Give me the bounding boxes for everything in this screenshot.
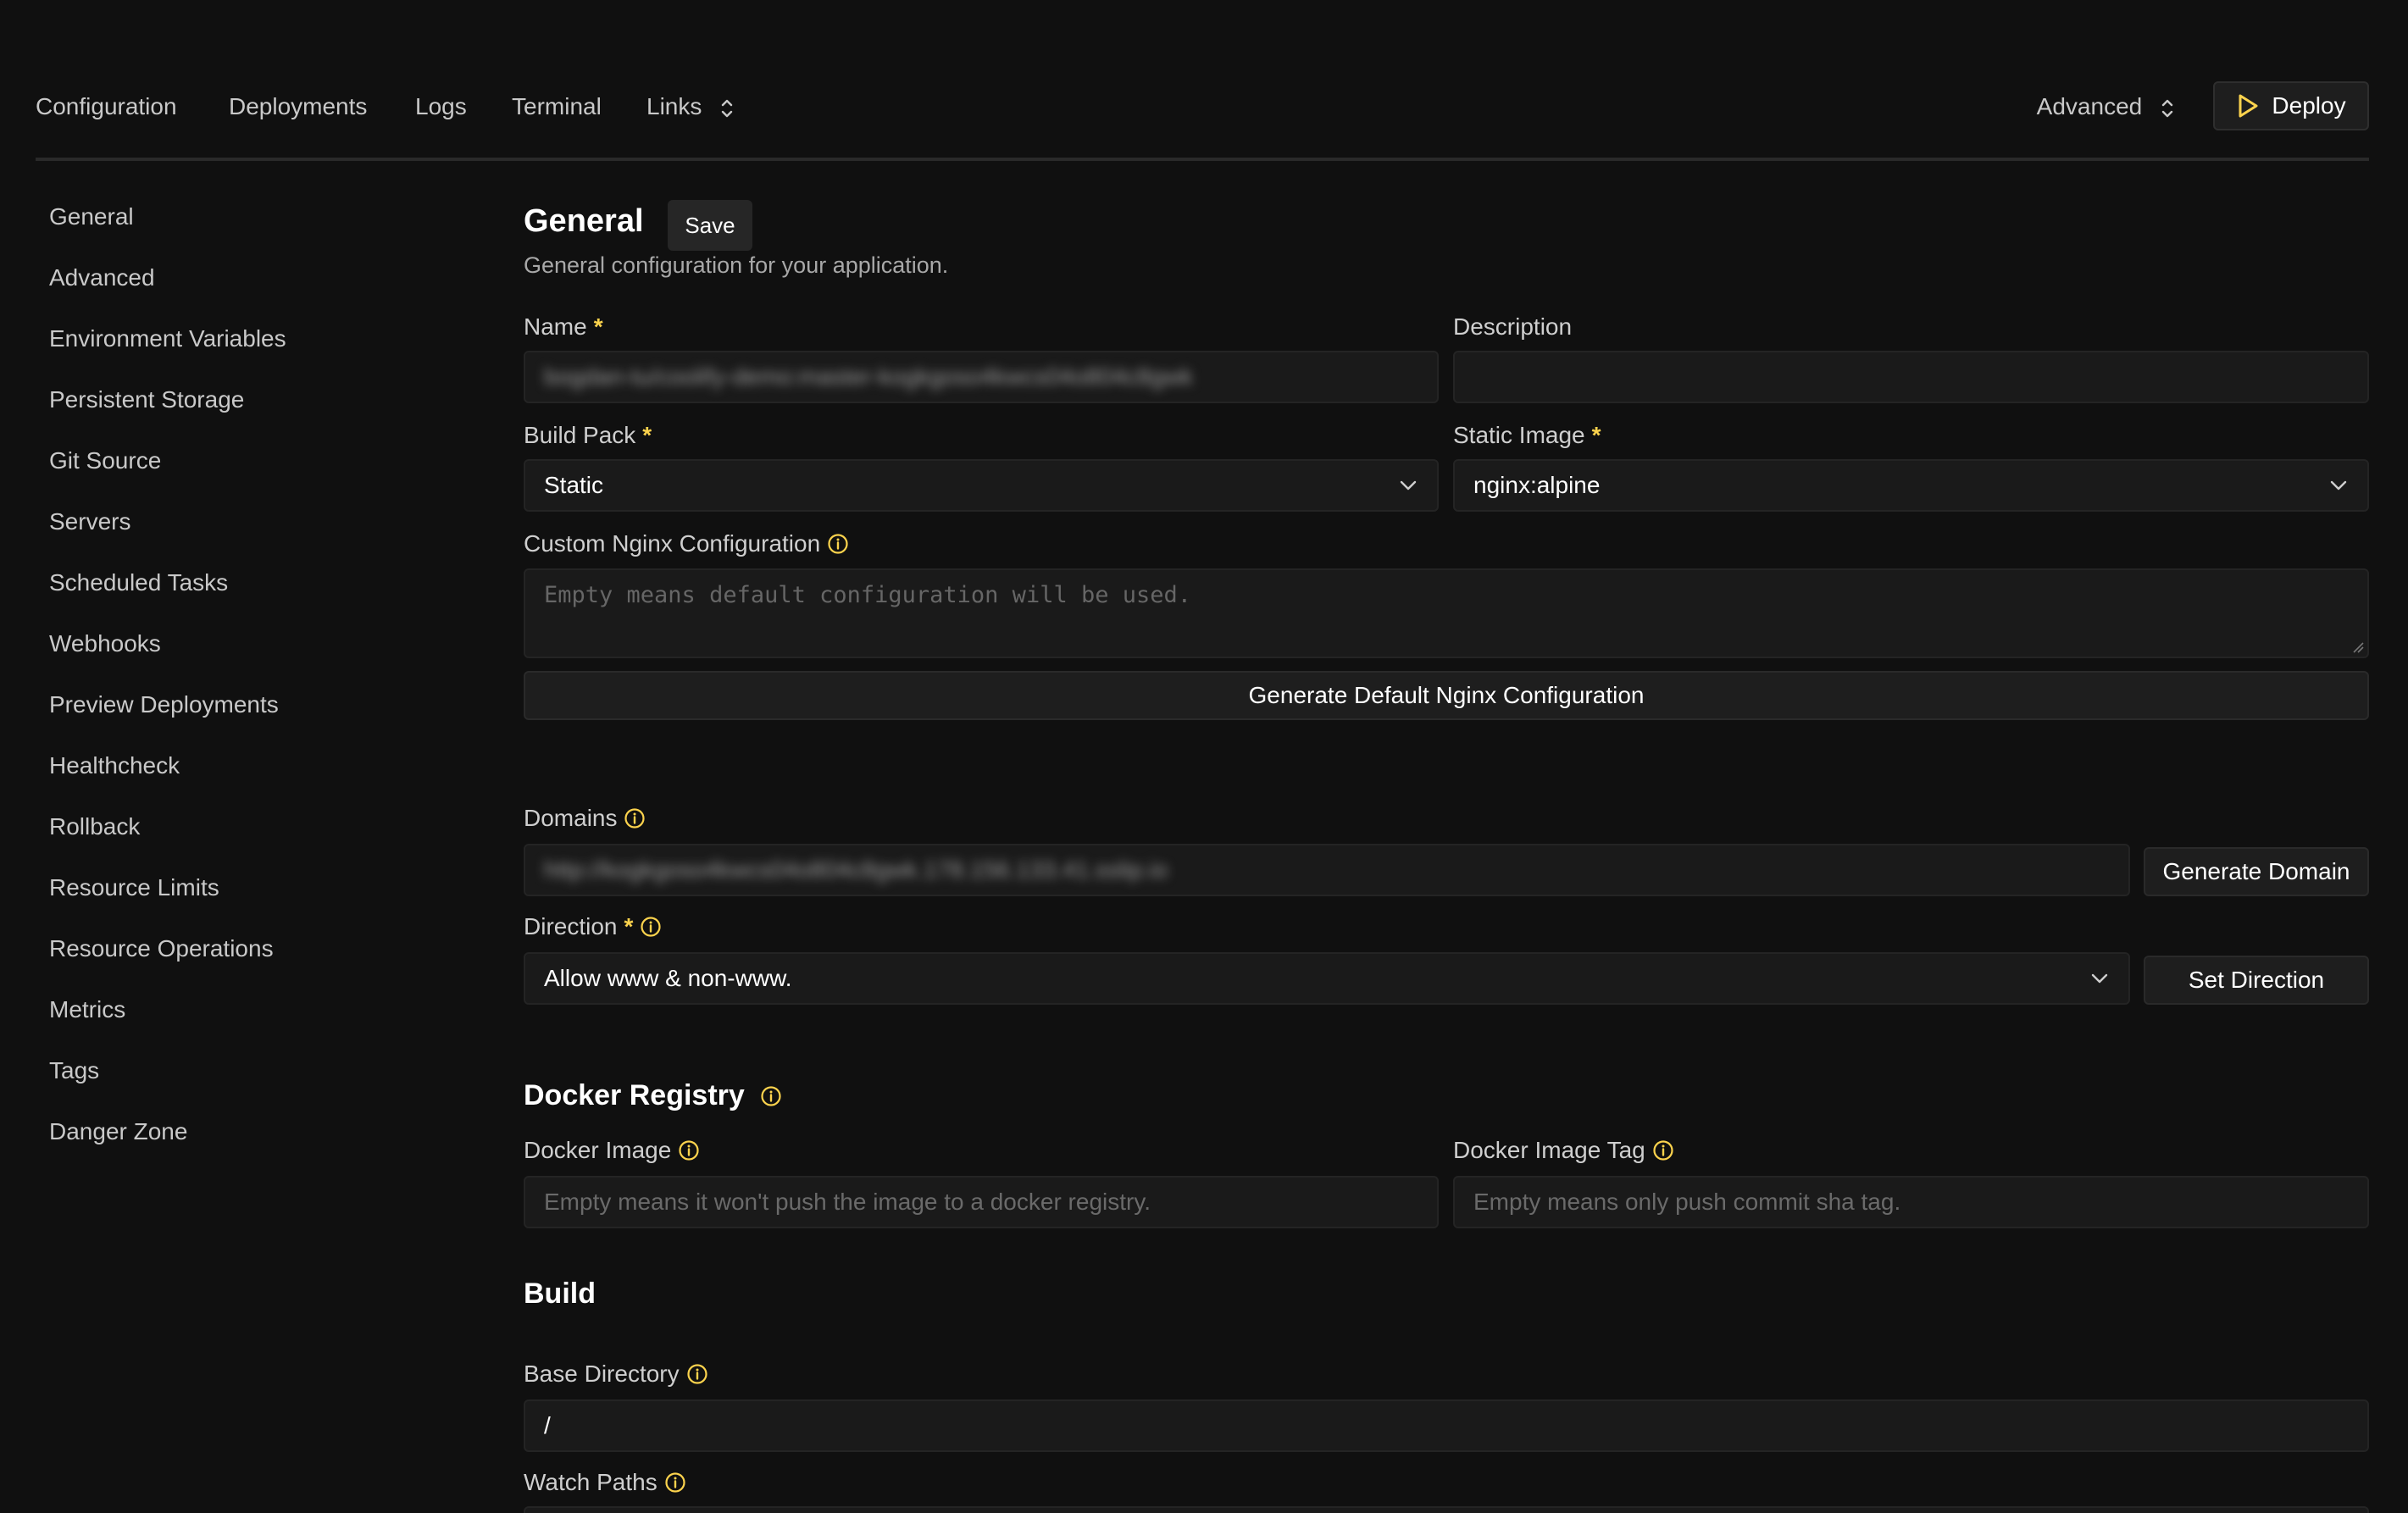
info-icon[interactable] bbox=[624, 807, 646, 829]
info-icon[interactable] bbox=[678, 1139, 700, 1161]
static-image-select-value: nginx:alpine bbox=[1473, 472, 1601, 498]
required-marker: * bbox=[1591, 422, 1601, 448]
base-directory-label: Base Directory bbox=[524, 1361, 708, 1388]
docker-image-label-text: Docker Image bbox=[524, 1137, 672, 1163]
info-icon[interactable] bbox=[686, 1363, 708, 1385]
set-direction-button[interactable]: Set Direction bbox=[2144, 956, 2369, 1005]
base-directory-value: / bbox=[544, 1412, 551, 1438]
info-icon[interactable] bbox=[760, 1085, 782, 1107]
sidebar-item-scheduled-tasks[interactable]: Scheduled Tasks bbox=[49, 569, 228, 596]
docker-image-tag-label: Docker Image Tag bbox=[1453, 1137, 1674, 1164]
watch-paths-textarea[interactable] bbox=[524, 1506, 2369, 1513]
name-label-text: Name bbox=[524, 313, 587, 340]
sidebar-item-servers[interactable]: Servers bbox=[49, 508, 130, 535]
domains-input[interactable]: http://kogkgoso4kwcs04o804c8gwk.178.156.… bbox=[524, 844, 2130, 896]
info-icon[interactable] bbox=[827, 533, 849, 555]
build-pack-label-text: Build Pack bbox=[524, 422, 636, 448]
sidebar-item-general[interactable]: General bbox=[49, 203, 134, 230]
generate-nginx-config-button[interactable]: Generate Default Nginx Configuration bbox=[524, 671, 2369, 720]
sidebar-item-webhooks[interactable]: Webhooks bbox=[49, 630, 161, 657]
docker-image-input[interactable]: Empty means it won't push the image to a… bbox=[524, 1176, 1439, 1228]
sidebar-item-metrics[interactable]: Metrics bbox=[49, 996, 125, 1023]
direction-select-value: Allow www & non-www. bbox=[544, 965, 792, 991]
sidebar-item-environment-variables[interactable]: Environment Variables bbox=[49, 325, 286, 352]
info-icon[interactable] bbox=[640, 916, 662, 938]
play-icon bbox=[2239, 94, 2258, 118]
static-image-select[interactable]: nginx:alpine bbox=[1453, 459, 2369, 512]
watch-paths-label-text: Watch Paths bbox=[524, 1469, 657, 1495]
nginx-config-placeholder: Empty means default configuration will b… bbox=[544, 582, 1192, 608]
docker-image-tag-label-text: Docker Image Tag bbox=[1453, 1137, 1645, 1163]
deploy-button[interactable]: Deploy bbox=[2213, 81, 2369, 130]
nginx-config-label-text: Custom Nginx Configuration bbox=[524, 530, 821, 557]
static-image-label: Static Image * bbox=[1453, 422, 1601, 449]
sidebar-item-persistent-storage[interactable]: Persistent Storage bbox=[49, 386, 244, 413]
static-image-label-text: Static Image bbox=[1453, 422, 1585, 448]
sidebar-item-git-source[interactable]: Git Source bbox=[49, 447, 161, 474]
nginx-config-label: Custom Nginx Configuration bbox=[524, 530, 849, 557]
tab-logs[interactable]: Logs bbox=[415, 93, 467, 120]
domains-label-text: Domains bbox=[524, 805, 618, 831]
description-label: Description bbox=[1453, 313, 1573, 340]
resize-grip-icon[interactable] bbox=[2352, 641, 2364, 653]
base-directory-label-text: Base Directory bbox=[524, 1361, 680, 1387]
info-icon[interactable] bbox=[1652, 1139, 1674, 1161]
page-subtitle: General configuration for your applicati… bbox=[524, 252, 949, 278]
advanced-dropdown[interactable]: Advanced bbox=[2037, 93, 2174, 120]
chevron-down-icon bbox=[2091, 973, 2108, 984]
build-pack-select-value: Static bbox=[544, 472, 604, 498]
required-marker: * bbox=[642, 422, 652, 448]
build-pack-select[interactable]: Static bbox=[524, 459, 1439, 512]
watch-paths-label: Watch Paths bbox=[524, 1469, 686, 1496]
docker-image-tag-placeholder: Empty means only push commit sha tag. bbox=[1473, 1189, 1901, 1215]
sidebar-item-advanced[interactable]: Advanced bbox=[49, 264, 155, 291]
chevron-down-icon bbox=[2330, 480, 2347, 490]
build-heading: Build bbox=[524, 1277, 596, 1310]
advanced-dropdown-label: Advanced bbox=[2036, 93, 2143, 119]
chevron-down-icon bbox=[1400, 480, 1417, 490]
top-navigation: Configuration Deployments Logs Terminal … bbox=[36, 81, 2369, 161]
tab-deployments[interactable]: Deployments bbox=[229, 93, 367, 120]
required-marker: * bbox=[593, 313, 603, 340]
nginx-config-textarea[interactable]: Empty means default configuration will b… bbox=[524, 568, 2369, 658]
generate-domain-button[interactable]: Generate Domain bbox=[2144, 847, 2369, 896]
docker-registry-title: Docker Registry bbox=[524, 1079, 745, 1111]
sidebar-item-preview-deployments[interactable]: Preview Deployments bbox=[49, 691, 279, 718]
sidebar-item-healthcheck[interactable]: Healthcheck bbox=[49, 752, 180, 779]
docker-image-placeholder: Empty means it won't push the image to a… bbox=[544, 1189, 1151, 1215]
sidebar-item-tags[interactable]: Tags bbox=[49, 1057, 99, 1084]
name-input-value: bogdan-tu/coolify-demo:master-kogkgoso4k… bbox=[544, 363, 1193, 390]
tab-configuration[interactable]: Configuration bbox=[36, 93, 177, 120]
name-input[interactable]: bogdan-tu/coolify-demo:master-kogkgoso4k… bbox=[524, 351, 1439, 403]
docker-image-label: Docker Image bbox=[524, 1137, 700, 1164]
required-marker: * bbox=[624, 913, 634, 939]
build-pack-label: Build Pack * bbox=[524, 422, 652, 449]
tab-links-label: Links bbox=[646, 93, 702, 119]
chevron-up-down-icon bbox=[2161, 99, 2173, 117]
sidebar-item-resource-limits[interactable]: Resource Limits bbox=[49, 874, 219, 901]
docker-image-tag-input[interactable]: Empty means only push commit sha tag. bbox=[1453, 1176, 2369, 1228]
sidebar-item-resource-operations[interactable]: Resource Operations bbox=[49, 935, 274, 962]
domains-input-value: http://kogkgoso4kwcs04o804c8gwk.178.156.… bbox=[544, 856, 1168, 883]
page-title: General bbox=[524, 203, 644, 239]
description-input[interactable] bbox=[1453, 351, 2369, 403]
save-button[interactable]: Save bbox=[668, 200, 752, 251]
direction-select[interactable]: Allow www & non-www. bbox=[524, 952, 2130, 1005]
sidebar-item-danger-zone[interactable]: Danger Zone bbox=[49, 1118, 187, 1145]
name-label: Name * bbox=[524, 313, 603, 341]
domains-label: Domains bbox=[524, 805, 646, 832]
direction-label: Direction * bbox=[524, 913, 662, 940]
sidebar-item-rollback[interactable]: Rollback bbox=[49, 813, 140, 840]
tab-terminal[interactable]: Terminal bbox=[512, 93, 602, 120]
direction-label-text: Direction bbox=[524, 913, 618, 939]
tab-links[interactable]: Links bbox=[646, 93, 734, 120]
deploy-label: Deploy bbox=[2272, 92, 2346, 119]
base-directory-input[interactable]: / bbox=[524, 1399, 2369, 1452]
chevron-up-down-icon bbox=[721, 99, 733, 117]
info-icon[interactable] bbox=[664, 1471, 686, 1494]
docker-registry-heading: Docker Registry bbox=[524, 1079, 782, 1112]
